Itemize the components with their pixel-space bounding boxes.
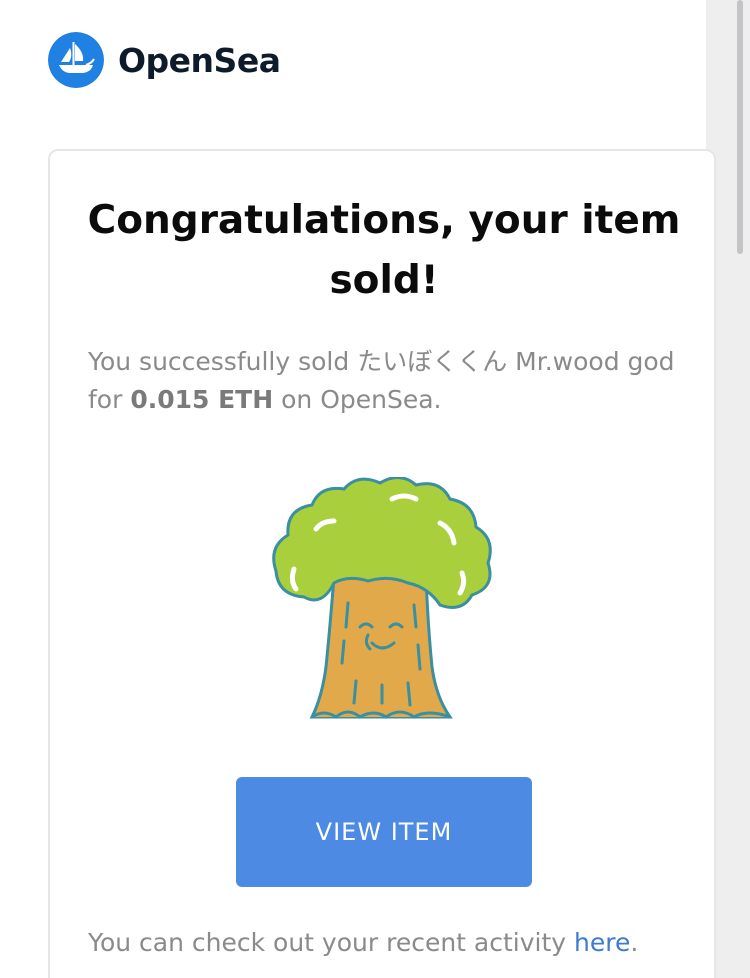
item-name: たいぼくくん Mr.wood god [357, 347, 675, 376]
footer-suffix: . [630, 928, 639, 957]
message-middle: for [88, 385, 131, 414]
footer-prefix: You can check out your recent activity [88, 928, 575, 957]
view-item-button[interactable]: VIEW ITEM [236, 777, 532, 887]
page-title: Congratulations, your item sold! [87, 198, 681, 303]
recent-activity-line: You can check out your recent activity h… [88, 923, 708, 963]
scrollbar-thumb[interactable] [737, 0, 743, 254]
brand-name: OpenSea [118, 40, 281, 80]
sale-price: 0.015 ETH [130, 385, 274, 414]
sale-notification-card: Congratulations, your item sold! You suc… [48, 149, 716, 978]
message-prefix: You successfully sold [88, 347, 358, 376]
message-suffix: on OpenSea. [273, 385, 442, 414]
email-page: OpenSea Congratulations, your item sold!… [0, 0, 750, 978]
sale-message: You successfully sold たいぼくくん Mr.wood god… [88, 343, 688, 419]
opensea-ship-logo-icon[interactable] [48, 32, 104, 88]
email-header: OpenSea [48, 32, 281, 88]
tree-character-icon[interactable] [264, 477, 500, 723]
recent-activity-link[interactable]: here [574, 928, 630, 957]
